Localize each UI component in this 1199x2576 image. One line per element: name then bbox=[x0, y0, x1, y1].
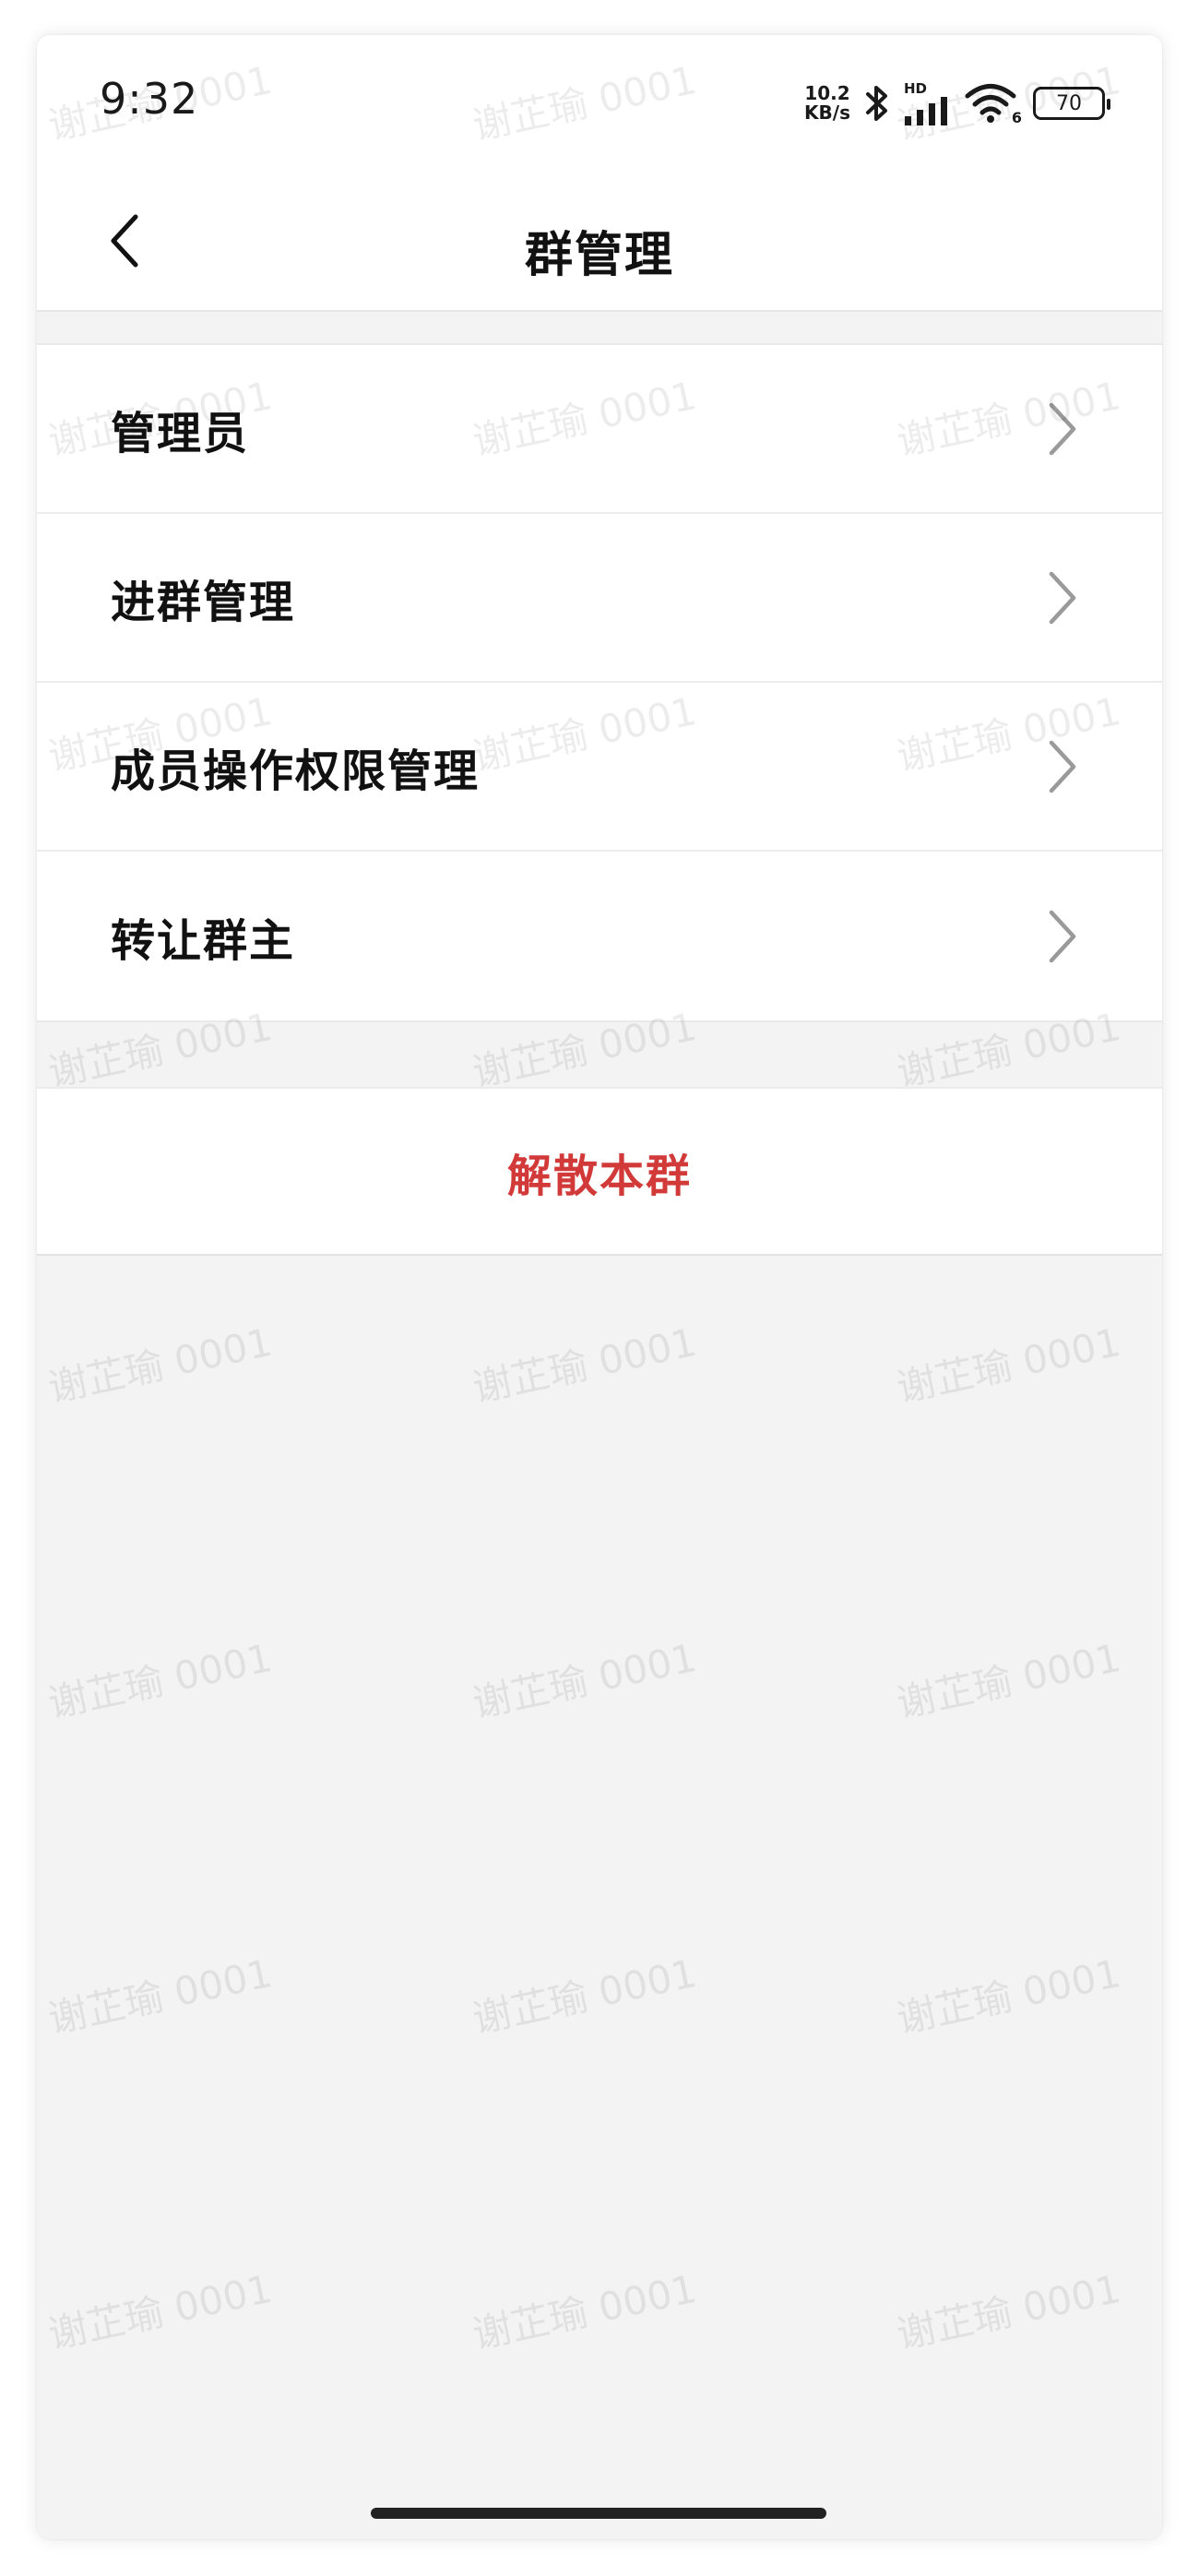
watermark-text: 谢芷瑜 0001 bbox=[893, 1634, 1125, 1726]
phone-screen: 9:32 10.2 KB/s HD 6 70 群管理 管理员 进群管理 成员操作… bbox=[37, 35, 1162, 2539]
chevron-right-icon bbox=[1049, 402, 1076, 455]
chevron-right-icon bbox=[1049, 571, 1076, 624]
menu-item-member-permissions[interactable]: 成员操作权限管理 bbox=[37, 683, 1162, 852]
watermark-text: 谢芷瑜 0001 bbox=[469, 1318, 701, 1411]
watermark-text: 谢芷瑜 0001 bbox=[469, 1950, 701, 2042]
bluetooth-icon bbox=[866, 86, 887, 121]
watermark-text: 谢芷瑜 0001 bbox=[44, 2265, 277, 2357]
chevron-right-icon bbox=[1049, 910, 1076, 962]
chevron-right-icon bbox=[1049, 740, 1076, 793]
status-time: 9:32 bbox=[100, 74, 199, 124]
menu-item-label: 管理员 bbox=[111, 407, 250, 459]
watermark-text: 谢芷瑜 0001 bbox=[893, 2265, 1125, 2357]
watermark-text: 谢芷瑜 0001 bbox=[469, 2265, 701, 2357]
watermark-text: 谢芷瑜 0001 bbox=[893, 1950, 1125, 2042]
menu-item-transfer-owner[interactable]: 转让群主 bbox=[37, 852, 1162, 1020]
cell-signal: HD bbox=[904, 81, 952, 125]
watermark-text: 谢芷瑜 0001 bbox=[44, 1318, 277, 1411]
menu-item-join-management[interactable]: 进群管理 bbox=[37, 514, 1162, 683]
dissolve-group-button[interactable]: 解散本群 bbox=[37, 1087, 1162, 1256]
wifi-badge: 6 bbox=[1011, 109, 1022, 126]
status-icons: 10.2 KB/s HD 6 70 bbox=[804, 78, 1110, 129]
settings-menu: 管理员 进群管理 成员操作权限管理 转让群主 bbox=[37, 343, 1162, 1022]
menu-item-label: 成员操作权限管理 bbox=[111, 745, 481, 797]
dissolve-group-label: 解散本群 bbox=[506, 1150, 692, 1202]
menu-item-admins[interactable]: 管理员 bbox=[37, 345, 1162, 514]
network-speed-value: 10.2 bbox=[804, 82, 850, 104]
wifi-icon bbox=[965, 84, 1016, 123]
menu-item-label: 进群管理 bbox=[111, 576, 296, 628]
signal-icon bbox=[905, 97, 947, 125]
watermark-text: 谢芷瑜 0001 bbox=[469, 1634, 701, 1726]
wifi: 6 bbox=[965, 82, 1022, 126]
header: 9:32 10.2 KB/s HD 6 70 群管理 bbox=[37, 35, 1162, 312]
watermark-text: 谢芷瑜 0001 bbox=[44, 1950, 277, 2042]
watermark-text: 谢芷瑜 0001 bbox=[44, 1634, 277, 1726]
menu-item-label: 转让群主 bbox=[111, 914, 296, 967]
watermark-text: 谢芷瑜 0001 bbox=[893, 1318, 1125, 1411]
network-speed: 10.2 KB/s bbox=[804, 84, 850, 123]
hd-label: HD bbox=[904, 80, 928, 97]
network-speed-unit: KB/s bbox=[804, 101, 850, 124]
page-title: 群管理 bbox=[524, 228, 674, 283]
home-indicator[interactable] bbox=[371, 2508, 826, 2519]
battery-icon: 70 bbox=[1033, 87, 1110, 120]
battery-level: 70 bbox=[1056, 91, 1082, 115]
